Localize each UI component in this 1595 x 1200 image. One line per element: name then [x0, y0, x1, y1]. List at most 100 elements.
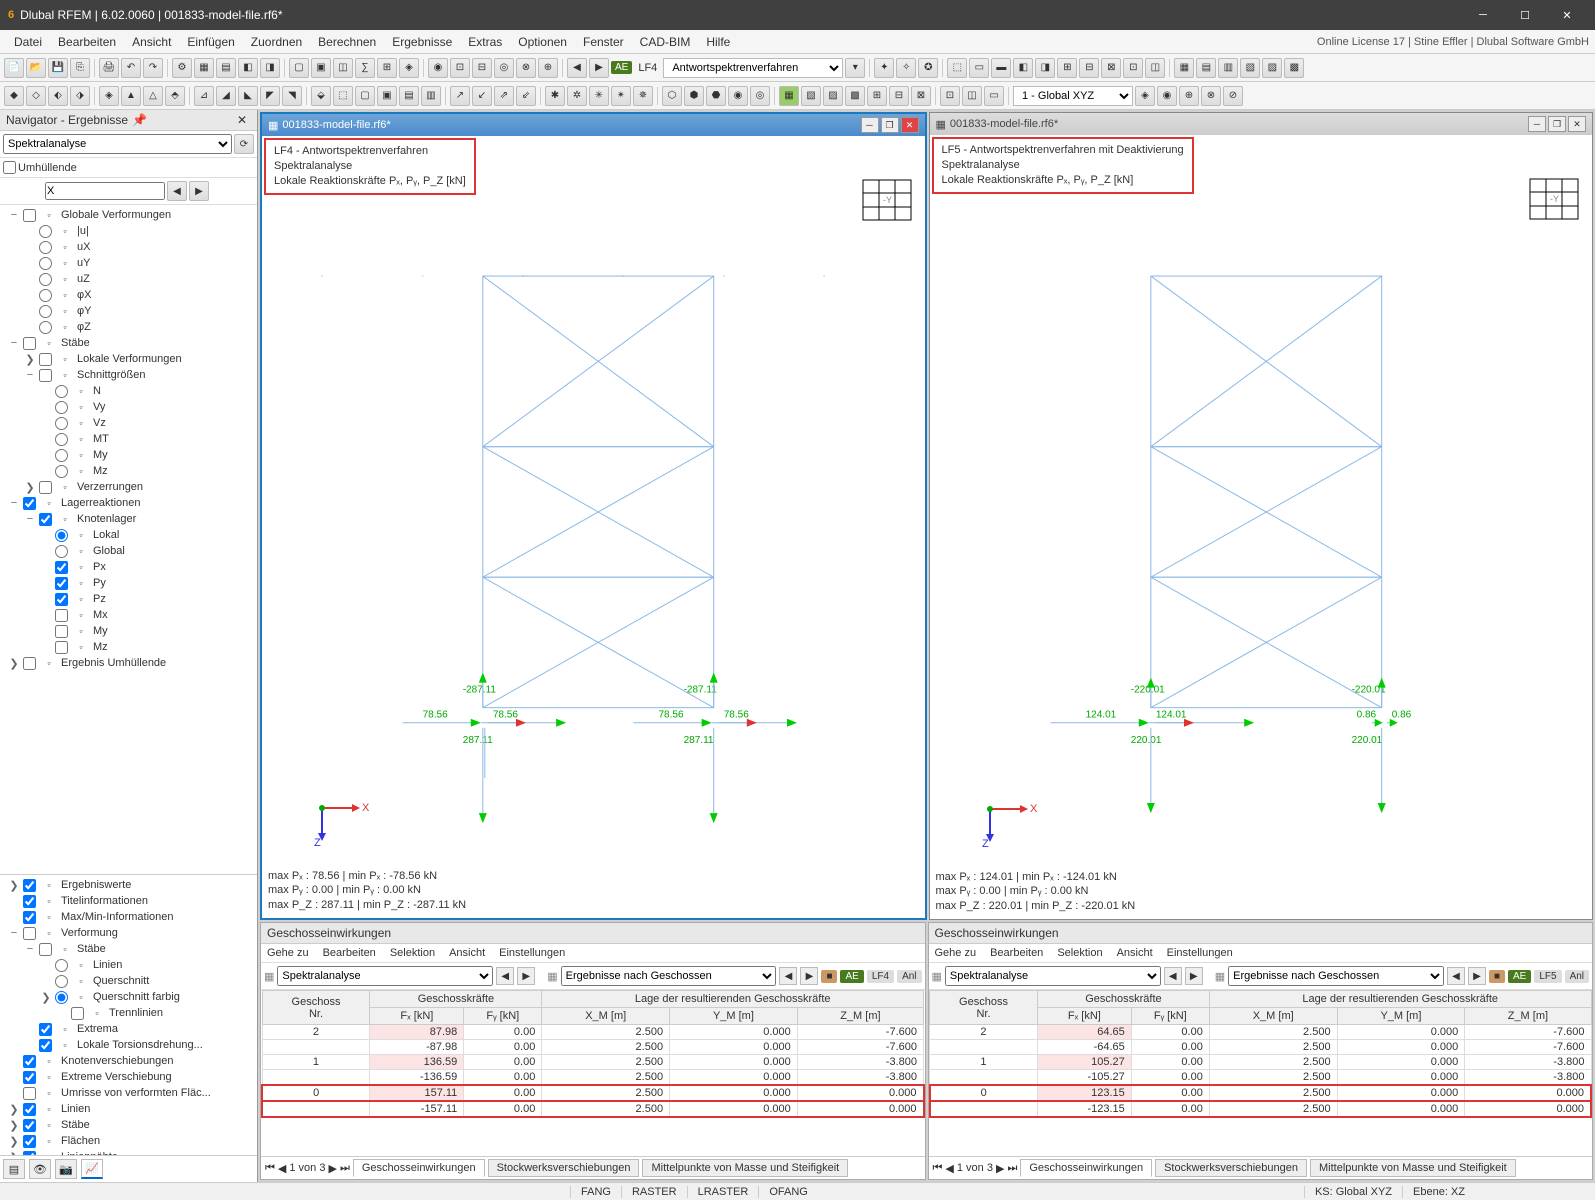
nav-right-icon[interactable]: ▶ [517, 967, 535, 985]
redo-icon[interactable]: ↷ [143, 58, 163, 78]
new-icon[interactable]: 📄 [4, 58, 24, 78]
tool-icon[interactable]: ⊕ [1179, 86, 1199, 106]
display-tree[interactable]: ❯▫Ergebniswerte▫Titelinformationen▫Max/M… [0, 875, 257, 1155]
close-button[interactable]: ✕ [1568, 116, 1586, 132]
menu-ansicht[interactable]: Ansicht [124, 33, 179, 51]
tool-icon[interactable]: ◎ [750, 86, 770, 106]
tool-icon[interactable]: ⊡ [940, 86, 960, 106]
tool-icon[interactable]: ✦ [874, 58, 894, 78]
tool-icon[interactable]: ⊟ [889, 86, 909, 106]
tool-icon[interactable]: ◧ [238, 58, 258, 78]
tool-icon[interactable]: ◉ [728, 86, 748, 106]
tool-icon[interactable]: ▬ [991, 58, 1011, 78]
tree-item[interactable]: ▫φY [0, 303, 257, 319]
tool-icon[interactable]: ▦ [194, 58, 214, 78]
tree-item[interactable]: ▫Vz [0, 415, 257, 431]
table-menu[interactable]: Bearbeiten [323, 947, 376, 959]
lf-select[interactable]: Antwortspektrenverfahren [663, 58, 843, 78]
saveall-icon[interactable]: ⎘ [70, 58, 90, 78]
tree-item[interactable]: ▫Py [0, 575, 257, 591]
table-menu[interactable]: Einstellungen [499, 947, 565, 959]
tree-item[interactable]: ▫Lokal [0, 527, 257, 543]
undo-icon[interactable]: ↶ [121, 58, 141, 78]
nav-left-icon[interactable]: ◀ [167, 181, 187, 201]
tool-icon[interactable]: ▢ [355, 86, 375, 106]
tree-item[interactable]: ▫Mz [0, 463, 257, 479]
tool-icon[interactable]: ✳ [589, 86, 609, 106]
menu-ergebnisse[interactable]: Ergebnisse [384, 33, 460, 51]
status-lraster[interactable]: LRASTER [687, 1186, 759, 1198]
tree-item[interactable]: −▫Verformung [0, 925, 257, 941]
table-menu[interactable]: Selektion [1057, 947, 1102, 959]
tool-icon[interactable]: ✪ [918, 58, 938, 78]
tree-item[interactable]: ▫Global [0, 543, 257, 559]
tool-icon[interactable]: ▤ [216, 58, 236, 78]
tree-item[interactable]: −▫Stäbe [0, 335, 257, 351]
table-menu[interactable]: Gehe zu [267, 947, 309, 959]
tool-icon[interactable]: ◈ [399, 58, 419, 78]
tool-icon[interactable]: ⬖ [48, 86, 68, 106]
result-tree[interactable]: −▫Globale Verformungen▫|u|▫uX▫uY▫uZ▫φX▫φ… [0, 205, 257, 874]
tab[interactable]: Stockwerksverschiebungen [488, 1159, 640, 1177]
tool-icon[interactable]: ⬢ [684, 86, 704, 106]
table-menu[interactable]: Selektion [390, 947, 435, 959]
tool-icon[interactable]: ⬚ [333, 86, 353, 106]
nav-tab-icon[interactable]: ▤ [3, 1159, 25, 1179]
nav-tab-icon[interactable]: 📷 [55, 1159, 77, 1179]
tool-icon[interactable]: ⊡ [450, 58, 470, 78]
menu-optionen[interactable]: Optionen [510, 33, 575, 51]
tool-icon[interactable]: ✱ [545, 86, 565, 106]
tool-icon[interactable]: ⬣ [706, 86, 726, 106]
tool-icon[interactable]: ◇ [26, 86, 46, 106]
tree-item[interactable]: −▫Stäbe [0, 941, 257, 957]
close-icon[interactable]: ✕ [233, 113, 251, 127]
prev-icon[interactable]: ◀ [945, 1162, 953, 1175]
dropdown-icon[interactable]: ▾ [845, 58, 865, 78]
tool-icon[interactable]: ◈ [99, 86, 119, 106]
tree-item[interactable]: ▫Umrisse von verformten Fläc... [0, 1085, 257, 1101]
refresh-icon[interactable]: ⟳ [234, 134, 254, 154]
tree-item[interactable]: ▫Extrema [0, 1021, 257, 1037]
maximize-button[interactable]: ☐ [1505, 1, 1545, 29]
analysis-select[interactable]: Spektralanalyse [3, 134, 232, 154]
nav-left-icon[interactable]: ◀ [567, 58, 587, 78]
tree-item[interactable]: ▫Vy [0, 399, 257, 415]
tree-item[interactable]: ❯▫Querschnitt farbig [0, 989, 257, 1005]
table-menu[interactable]: Einstellungen [1167, 947, 1233, 959]
tool-icon[interactable]: ⊠ [1101, 58, 1121, 78]
tree-item[interactable]: ▫My [0, 623, 257, 639]
print-icon[interactable]: 🖨 [99, 58, 119, 78]
tree-item[interactable]: ▫uZ [0, 271, 257, 287]
tool-icon[interactable]: ⊗ [516, 58, 536, 78]
result-table[interactable]: GeschossNr.GeschosskräfteLage der result… [261, 990, 925, 1156]
table-select-left[interactable]: Spektralanalyse [945, 966, 1161, 986]
tool-icon[interactable]: ◆ [4, 86, 24, 106]
tool-icon[interactable]: ▥ [1218, 58, 1238, 78]
menu-extras[interactable]: Extras [460, 33, 510, 51]
tool-icon[interactable]: ⇗ [494, 86, 514, 106]
tool-icon[interactable]: ▥ [421, 86, 441, 106]
restore-button[interactable]: ❐ [1548, 116, 1566, 132]
next-icon[interactable]: ▶ [328, 1162, 336, 1175]
tool-icon[interactable]: ◉ [428, 58, 448, 78]
tool-icon[interactable]: ⊞ [867, 86, 887, 106]
tool-icon[interactable]: ◨ [1035, 58, 1055, 78]
save-icon[interactable]: 💾 [48, 58, 68, 78]
tool-icon[interactable]: ⊞ [1057, 58, 1077, 78]
menu-einfugen[interactable]: Einfügen [179, 33, 242, 51]
tool-icon[interactable]: ▨ [1262, 58, 1282, 78]
tree-item[interactable]: ❯▫Verzerrungen [0, 479, 257, 495]
tool-icon[interactable]: ⊟ [1079, 58, 1099, 78]
table-menu[interactable]: Bearbeiten [990, 947, 1043, 959]
pin-icon[interactable]: 📌 [128, 113, 151, 127]
tree-item[interactable]: ❯▫Ergebniswerte [0, 877, 257, 893]
tool-icon[interactable]: ▲ [121, 86, 141, 106]
tree-item[interactable]: −▫Globale Verformungen [0, 207, 257, 223]
tool-icon[interactable]: ◤ [260, 86, 280, 106]
first-icon[interactable]: ⏮ [933, 1162, 943, 1175]
orientation-cube-icon[interactable]: -Y [1526, 175, 1582, 223]
tool-icon[interactable]: ▧ [801, 86, 821, 106]
nav-left-icon[interactable]: ◀ [496, 967, 514, 985]
orientation-cube-icon[interactable]: -Y [859, 176, 915, 224]
tree-item[interactable]: ▫Lokale Torsionsdrehung... [0, 1037, 257, 1053]
